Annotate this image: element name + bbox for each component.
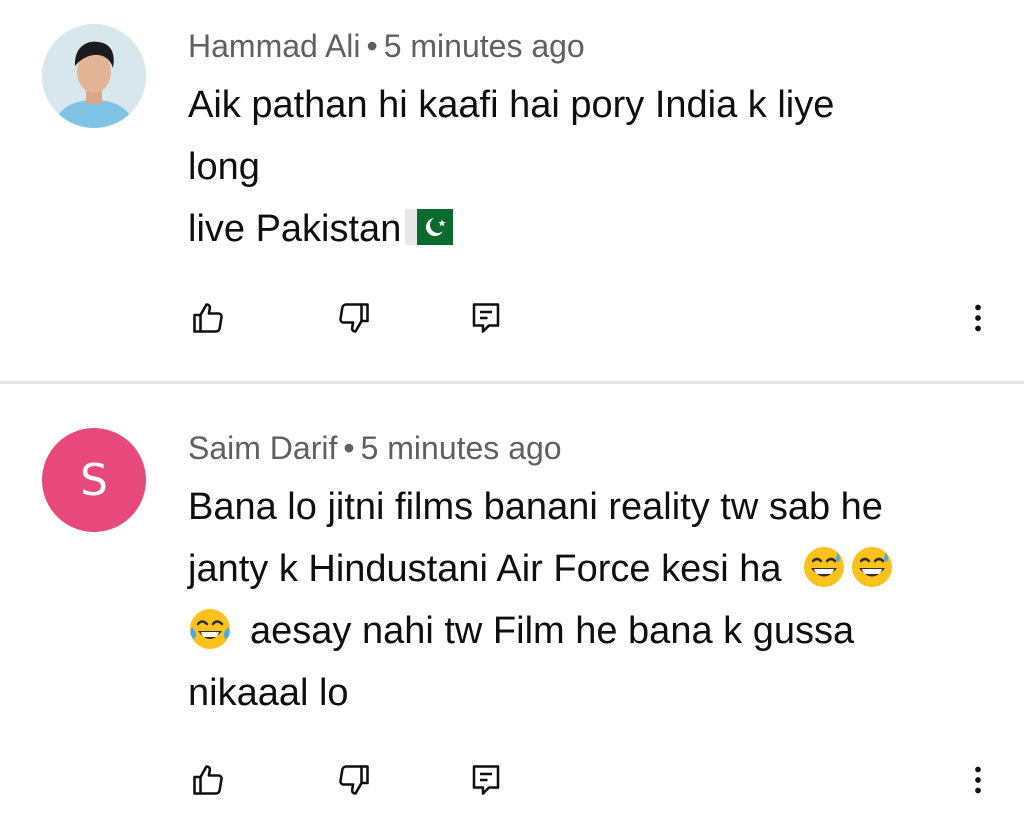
comment-time[interactable]: 5 minutes ago (361, 430, 562, 466)
comment-line: long (188, 146, 260, 188)
comment-text: Aik pathan hi kaafi hai pory India k liy… (188, 74, 988, 260)
thumbs-up-icon (193, 765, 223, 795)
comment-meta: Hammad Ali • 5 minutes ago (188, 26, 585, 66)
reply-comment-icon (472, 303, 500, 333)
more-vertical-icon (975, 766, 981, 794)
meta-separator: • (343, 430, 355, 466)
grinning-sweat-emoji-icon (804, 547, 845, 587)
comment-line: Bana lo jitni films banani reality tw sa… (188, 486, 883, 528)
comment-actions (0, 288, 1024, 348)
comment-line-text: live Pakistan (188, 208, 402, 250)
comment-line-text: janty k Hindustani Air Force kesi ha (188, 548, 782, 590)
avatar[interactable] (42, 24, 146, 128)
comment-item: S Saim Darif • 5 minutes ago Bana lo jitni… (0, 384, 1024, 825)
pakistan-flag-icon (405, 209, 454, 245)
like-button[interactable] (188, 760, 228, 800)
tears-of-joy-emoji-icon (190, 609, 230, 649)
comment-meta: Saim Darif • 5 minutes ago (188, 428, 562, 468)
comment-line-with-emoji: aesay nahi tw Film he bana k gussa (188, 600, 988, 662)
thumbs-up-icon (193, 303, 223, 333)
comment-item: Hammad Ali • 5 minutes ago Aik pathan hi k… (0, 0, 1024, 381)
avatar-photo-icon (42, 24, 146, 128)
comment-author[interactable]: Saim Darif (188, 430, 337, 466)
comment-line: nikaaal lo (188, 672, 349, 714)
comment-line-text: aesay nahi tw Film he bana k gussa (250, 610, 855, 652)
reply-button[interactable] (466, 760, 506, 800)
thumbs-down-icon (339, 765, 369, 795)
reply-comment-icon (472, 765, 500, 795)
comment-author[interactable]: Hammad Ali (188, 28, 361, 64)
more-vertical-icon (975, 304, 981, 332)
like-button[interactable] (188, 298, 228, 338)
comment-line-with-flag: live Pakistan (188, 198, 988, 260)
dislike-button[interactable] (334, 298, 374, 338)
thumbs-down-icon (339, 303, 369, 333)
comment-line-with-emoji: janty k Hindustani Air Force kesi ha (188, 538, 988, 600)
comment-time[interactable]: 5 minutes ago (384, 28, 585, 64)
more-options-button[interactable] (958, 298, 998, 338)
more-options-button[interactable] (958, 760, 998, 800)
grinning-sweat-emoji-icon (852, 547, 893, 587)
meta-separator: • (366, 28, 378, 64)
dislike-button[interactable] (334, 760, 374, 800)
avatar-letter: S (80, 454, 108, 506)
comment-actions (0, 750, 1024, 810)
reply-button[interactable] (466, 298, 506, 338)
avatar[interactable]: S (42, 428, 146, 532)
comment-text: Bana lo jitni films banani reality tw sa… (188, 476, 988, 724)
comment-line: Aik pathan hi kaafi hai pory India k liy… (188, 84, 835, 126)
